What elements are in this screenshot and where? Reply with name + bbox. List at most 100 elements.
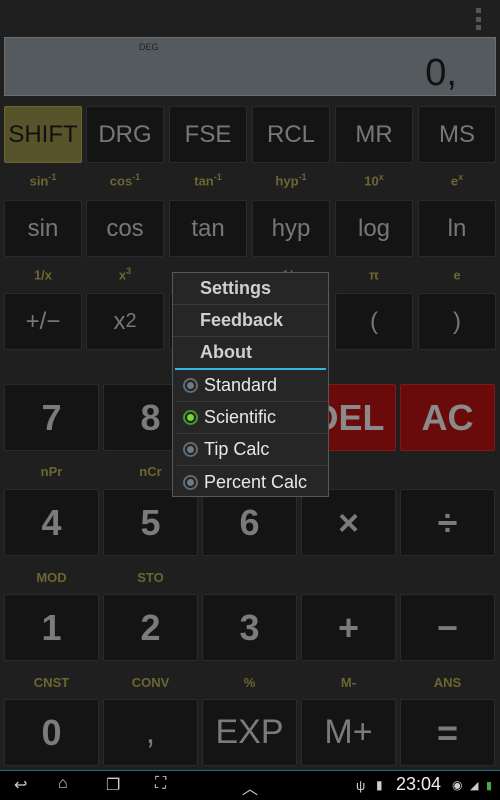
key-button[interactable]: , — [103, 699, 198, 766]
shift-label: sin-1 — [4, 172, 82, 188]
display-value: 0, — [425, 52, 457, 94]
label-base: x — [113, 307, 126, 335]
eye-icon: ◉ — [452, 778, 463, 792]
key-button[interactable]: 6 — [202, 489, 297, 556]
signal-icon: ◢ — [470, 780, 479, 792]
function-button[interactable]: x2 — [86, 293, 164, 350]
shift-label: ANS — [433, 675, 462, 690]
mode-percent-calc[interactable]: Percent Calc — [177, 466, 328, 498]
key-button[interactable]: M+ — [301, 699, 396, 766]
shift-label: e — [418, 266, 496, 282]
shift-label: M- — [340, 675, 357, 690]
label-superscript: 2 — [125, 310, 137, 332]
key-button[interactable]: + — [301, 594, 396, 661]
radio-icon — [183, 378, 198, 393]
label-base: sin — [29, 173, 49, 189]
key-button[interactable]: 4 — [4, 489, 99, 556]
function-button[interactable]: ) — [418, 293, 496, 350]
sin-button[interactable]: sin — [4, 200, 82, 257]
shift-label: ex — [418, 172, 496, 188]
shift-label: tan-1 — [169, 172, 247, 188]
overflow-menu-icon[interactable] — [472, 8, 484, 30]
radio-selected-icon — [183, 410, 198, 425]
label-superscript: -1 — [213, 172, 222, 182]
key-button[interactable]: 0 — [4, 699, 99, 766]
shift-label: cos-1 — [86, 172, 164, 188]
key-button[interactable]: 1 — [4, 594, 99, 661]
angle-mode-indicator: DEG — [139, 42, 159, 52]
mode-label: Standard — [204, 375, 278, 395]
shift-label: % — [243, 675, 256, 690]
label-base: e — [453, 267, 461, 283]
shift-label: π — [335, 266, 413, 282]
shift-label: MOD — [36, 570, 67, 585]
radio-icon — [183, 442, 198, 457]
label-base: hyp — [275, 173, 299, 189]
key-button[interactable]: 2 — [103, 594, 198, 661]
screenshot-icon[interactable]: ⛶ — [155, 775, 166, 793]
key-button[interactable]: 7 — [4, 384, 99, 451]
mode-standard[interactable]: Standard — [177, 370, 328, 402]
ms-button[interactable]: MS — [418, 106, 496, 163]
label-base: cos — [109, 173, 133, 189]
key-button[interactable]: × — [301, 489, 396, 556]
menu-item-feedback[interactable]: Feedback — [173, 305, 328, 337]
label-base: π — [369, 267, 379, 283]
menu-item-settings[interactable]: Settings — [173, 273, 328, 305]
shift-label: CNST — [33, 675, 70, 690]
label-superscript: x — [458, 172, 464, 182]
calculator-display: DEG 0, — [4, 37, 496, 96]
shift-label: 10x — [335, 172, 413, 188]
mode-tip-calc[interactable]: Tip Calc — [177, 434, 328, 466]
hyp-button[interactable]: hyp — [252, 200, 330, 257]
mr-button[interactable]: MR — [335, 106, 413, 163]
label-base: +/− — [25, 307, 61, 335]
label-superscript: x — [378, 172, 384, 182]
function-button[interactable]: +/− — [4, 293, 82, 350]
home-icon[interactable]: ⌂ — [58, 775, 68, 793]
recent-apps-icon[interactable]: ❐ — [106, 775, 120, 795]
mode-scientific[interactable]: Scientific — [177, 402, 328, 434]
key-button[interactable]: ÷ — [400, 489, 495, 556]
label-base: 10 — [364, 173, 379, 189]
shift-label: nPr — [40, 464, 63, 479]
drg-button[interactable]: DRG — [86, 106, 164, 163]
chevron-up-icon[interactable]: ︿ — [242, 775, 258, 799]
rcl-button[interactable]: RCL — [252, 106, 330, 163]
menu-item-about[interactable]: About — [173, 337, 328, 368]
mode-label: Percent Calc — [204, 471, 308, 492]
fse-button[interactable]: FSE — [169, 106, 247, 163]
system-navigation-bar: ↩ ⌂ ❐ ⛶ ︿ ψ ▮ 23:04 ◉ ◢ ▮ — [0, 770, 500, 800]
label-base: ( — [370, 307, 378, 335]
clock: 23:04 — [396, 774, 442, 794]
key-button[interactable]: AC — [400, 384, 495, 451]
cos-button[interactable]: cos — [86, 200, 164, 257]
label-superscript: -1 — [298, 172, 307, 182]
log-button[interactable]: log — [335, 200, 413, 257]
key-button[interactable]: EXP — [202, 699, 297, 766]
shift-button[interactable]: SHIFT — [4, 106, 82, 163]
label-base: ) — [453, 307, 461, 335]
shift-label: STO — [137, 570, 164, 585]
shift-label: CONV — [131, 675, 170, 690]
mode-label: Scientific — [204, 407, 277, 427]
tan-button[interactable]: tan — [169, 200, 247, 257]
function-button[interactable]: ( — [335, 293, 413, 350]
key-button[interactable]: = — [400, 699, 495, 766]
options-menu: Settings Feedback About Standard Scienti… — [172, 272, 329, 497]
key-button[interactable]: 5 — [103, 489, 198, 556]
radio-icon — [183, 474, 198, 490]
label-superscript: -1 — [48, 172, 57, 182]
label-superscript: -1 — [132, 172, 141, 182]
back-icon[interactable]: ↩ — [14, 775, 27, 795]
shift-label: 1/x — [4, 266, 82, 282]
mode-label: Tip Calc — [204, 439, 270, 459]
key-button[interactable]: 3 — [202, 594, 297, 661]
shift-label: x3 — [86, 266, 164, 282]
label-superscript: 3 — [126, 266, 132, 276]
usb-icon: ψ — [356, 778, 366, 793]
key-button[interactable]: − — [400, 594, 495, 661]
shift-label: hyp-1 — [252, 172, 330, 188]
ln-button[interactable]: ln — [418, 200, 496, 257]
battery-icon: ▮ — [486, 780, 493, 792]
